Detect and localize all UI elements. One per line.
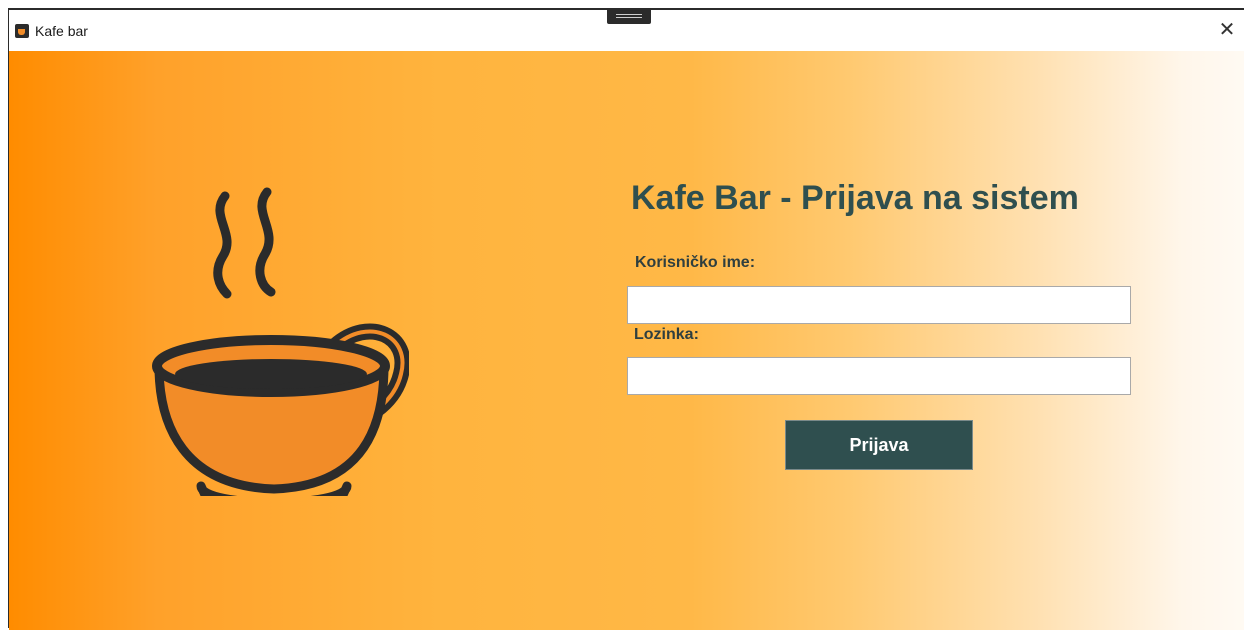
window-title: Kafe bar [35,23,88,39]
coffee-cup-illustration [152,187,409,496]
steam-icon [255,187,276,297]
coffee-cup-icon [15,24,29,38]
title-bar[interactable]: Kafe bar ✕ [9,8,1244,49]
login-button[interactable]: Prijava [785,420,973,470]
password-label: Lozinka: [634,326,699,343]
close-button[interactable]: ✕ [1216,18,1238,42]
username-field[interactable] [627,286,1131,324]
app-window: Kafe bar ✕ Kafe Bar - Prijava na sistem … [8,8,1244,630]
login-panel: Kafe Bar - Prijava na sistem Korisničko … [9,51,1244,630]
page-title: Kafe Bar - Prijava na sistem [631,179,1079,217]
steam-icon [213,191,232,299]
coffee-surface [175,359,367,389]
username-label: Korisničko ime: [635,254,756,271]
password-field[interactable] [627,357,1131,395]
drag-handle[interactable] [607,8,651,24]
